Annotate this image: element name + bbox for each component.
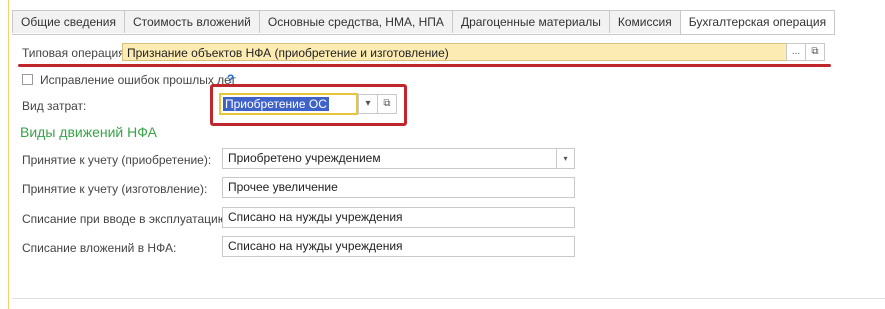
cost-type-open-button[interactable]: ⧉: [377, 94, 397, 114]
open-window-icon: ⧉: [383, 98, 391, 109]
tab-precious-materials[interactable]: Драгоценные материалы: [451, 10, 610, 33]
cost-type-selected-text: Приобретение ОС: [223, 97, 329, 111]
movement-field-manufacturing[interactable]: Прочее увеличение: [222, 177, 575, 198]
bottom-divider: [12, 298, 885, 299]
tab-commission[interactable]: Комиссия: [608, 10, 681, 33]
open-window-icon: ⧉: [811, 46, 819, 57]
cost-type-label: Вид затрат:: [22, 99, 87, 113]
annotation-underline: [18, 64, 831, 67]
tab-bar: Общие сведения Стоимость вложений Основн…: [12, 10, 836, 34]
error-correction-label: Исправление ошибок прошлых лет: [40, 73, 236, 87]
typical-operation-label: Типовая операция:: [22, 46, 129, 60]
chevron-down-icon: ▾: [563, 154, 568, 163]
movement-field-commissioning[interactable]: Списано на нужды учреждения: [222, 207, 575, 228]
tab-panel-border: [12, 34, 835, 35]
typical-operation-field[interactable]: Признание объектов НФА (приобретение и и…: [122, 43, 787, 61]
tab-accounting-operation[interactable]: Бухгалтерская операция: [679, 10, 836, 34]
tab-fixed-assets[interactable]: Основные средства, НМА, НПА: [258, 10, 453, 33]
section-title: Виды движений НФА: [20, 124, 157, 140]
cost-type-field[interactable]: Приобретение ОС: [219, 93, 358, 115]
cost-type-dropdown-button[interactable]: ▾: [358, 94, 378, 114]
movement-field-investment-writeoff[interactable]: Списано на нужды учреждения: [222, 236, 575, 257]
top-strip: [0, 0, 885, 6]
movement-label-acquisition: Принятие к учету (приобретение):: [22, 153, 212, 167]
chevron-down-icon: ▾: [365, 98, 371, 109]
tab-general[interactable]: Общие сведения: [12, 10, 125, 33]
movement-acquisition-dropdown-button[interactable]: ▾: [556, 148, 575, 169]
movement-label-investment-writeoff: Списание вложений в НФА:: [22, 241, 177, 255]
movement-field-acquisition[interactable]: Приобретено учреждением: [222, 148, 557, 169]
typical-operation-select-button[interactable]: ...: [786, 43, 806, 61]
tab-investment-cost[interactable]: Стоимость вложений: [123, 10, 260, 33]
typical-operation-open-button[interactable]: ⧉: [805, 43, 825, 61]
left-border: [8, 0, 9, 309]
movement-label-commissioning: Списание при вводе в эксплуатацию:: [22, 212, 231, 226]
movement-label-manufacturing: Принятие к учету (изготовление):: [22, 182, 208, 196]
error-correction-checkbox[interactable]: [22, 74, 33, 85]
